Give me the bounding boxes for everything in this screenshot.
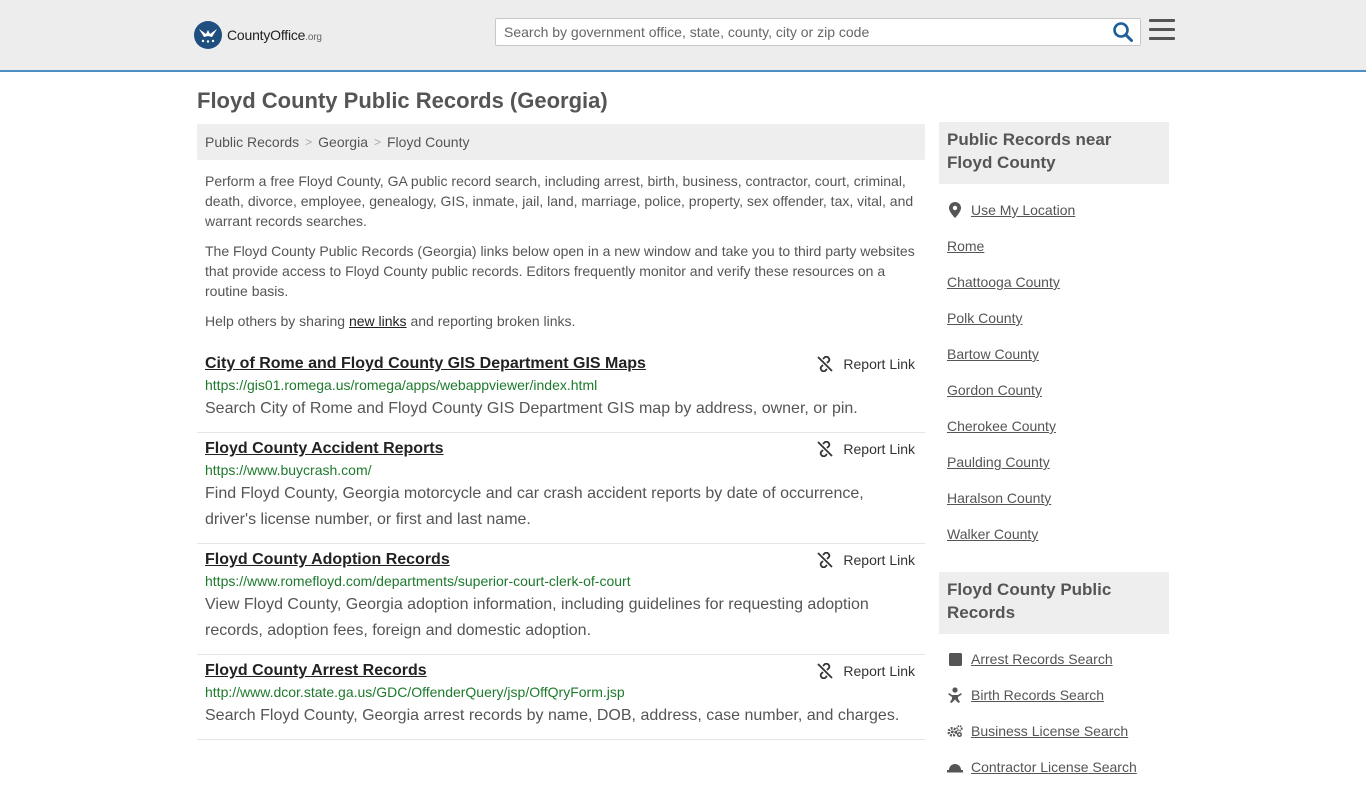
near-link-haralson-county[interactable]: Haralson County	[947, 490, 1051, 506]
near-item: Polk County	[947, 300, 1169, 336]
record-item: City of Rome and Floyd County GIS Depart…	[197, 348, 925, 433]
broken-link-icon	[817, 552, 834, 568]
record-description: Find Floyd County, Georgia motorcycle an…	[205, 485, 864, 528]
near-link-cherokee-county[interactable]: Cherokee County	[947, 418, 1056, 434]
record-url[interactable]: http://www.dcor.state.ga.us/GDC/Offender…	[205, 683, 917, 701]
report-link-button[interactable]: Report Link	[817, 659, 915, 683]
near-records-list: Use My Location Rome Chattooga County Po…	[947, 192, 1169, 552]
broken-link-icon	[817, 663, 834, 679]
record-title-link[interactable]: City of Rome and Floyd County GIS Depart…	[205, 352, 646, 376]
breadcrumb-separator: >	[305, 135, 313, 149]
near-link-paulding-county[interactable]: Paulding County	[947, 454, 1050, 470]
use-my-location-link[interactable]: Use My Location	[971, 202, 1075, 218]
county-record-item: Business License Search	[947, 713, 1169, 749]
near-item: Cherokee County	[947, 408, 1169, 444]
near-item: Rome	[947, 228, 1169, 264]
records-list: City of Rome and Floyd County GIS Depart…	[197, 348, 925, 740]
site-logo[interactable]: CountyOffice.org	[194, 20, 322, 50]
menu-line	[1149, 37, 1175, 40]
record-description: Search City of Rome and Floyd County GIS…	[205, 400, 858, 417]
birth-records-search-link[interactable]: Birth Records Search	[971, 687, 1104, 703]
near-link-rome[interactable]: Rome	[947, 238, 984, 254]
record-title-link[interactable]: Floyd County Arrest Records	[205, 659, 427, 683]
county-record-item: Arrest Records Search	[947, 641, 1169, 677]
business-license-search-link[interactable]: Business License Search	[971, 723, 1128, 739]
report-link-button[interactable]: Report Link	[817, 548, 915, 572]
search-icon	[1113, 22, 1133, 42]
search-input[interactable]	[496, 19, 1104, 45]
record-title-link[interactable]: Floyd County Adoption Records	[205, 548, 450, 572]
breadcrumb: Public Records > Georgia > Floyd County	[197, 124, 925, 160]
intro-paragraph: The Floyd County Public Records (Georgia…	[205, 243, 915, 299]
use-my-location-item: Use My Location	[947, 192, 1169, 228]
record-url[interactable]: https://gis01.romega.us/romega/apps/weba…	[205, 376, 917, 394]
near-item: Bartow County	[947, 336, 1169, 372]
menu-line	[1149, 28, 1175, 31]
near-item: Walker County	[947, 516, 1169, 552]
breadcrumb-public-records[interactable]: Public Records	[205, 134, 299, 150]
near-link-chattooga-county[interactable]: Chattooga County	[947, 274, 1060, 290]
near-records-heading: Public Records near Floyd County	[939, 122, 1169, 184]
near-item: Chattooga County	[947, 264, 1169, 300]
near-link-bartow-county[interactable]: Bartow County	[947, 346, 1039, 362]
record-item: Floyd County Accident Reports Report Lin…	[197, 433, 925, 544]
eagle-seal-icon	[194, 21, 222, 49]
breadcrumb-separator: >	[373, 135, 381, 149]
near-link-gordon-county[interactable]: Gordon County	[947, 382, 1042, 398]
report-link-button[interactable]: Report Link	[817, 352, 915, 376]
record-url[interactable]: https://www.buycrash.com/	[205, 461, 917, 479]
gears-icon	[947, 723, 963, 739]
near-item: Gordon County	[947, 372, 1169, 408]
baby-icon	[947, 687, 963, 703]
county-records-list: Arrest Records Search Birth Records Sear…	[947, 641, 1169, 785]
breadcrumb-floyd-county[interactable]: Floyd County	[387, 134, 469, 150]
page-title: Floyd County Public Records (Georgia)	[197, 88, 608, 113]
search-box	[495, 18, 1141, 46]
record-title-link[interactable]: Floyd County Accident Reports	[205, 437, 444, 461]
broken-link-icon	[817, 441, 834, 457]
square-icon	[947, 651, 963, 667]
hamburger-menu-button[interactable]	[1149, 19, 1175, 43]
help-paragraph: Help others by sharing new links and rep…	[205, 313, 576, 329]
new-links-link[interactable]: new links	[349, 313, 407, 329]
site-header: CountyOffice.org	[0, 0, 1366, 72]
record-item: Floyd County Adoption Records Report Lin…	[197, 544, 925, 655]
hardhat-icon	[947, 759, 963, 775]
intro-paragraph: Perform a free Floyd County, GA public r…	[205, 173, 914, 229]
logo-text: CountyOffice.org	[227, 27, 322, 43]
arrest-records-search-link[interactable]: Arrest Records Search	[971, 651, 1113, 667]
near-link-polk-county[interactable]: Polk County	[947, 310, 1022, 326]
near-item: Haralson County	[947, 480, 1169, 516]
record-item: Floyd County Arrest Records Report Link …	[197, 655, 925, 740]
record-url[interactable]: https://www.romefloyd.com/departments/su…	[205, 572, 917, 590]
contractor-license-search-link[interactable]: Contractor License Search	[971, 759, 1137, 775]
near-item: Paulding County	[947, 444, 1169, 480]
record-description: Search Floyd County, Georgia arrest reco…	[205, 707, 900, 724]
county-records-heading: Floyd County Public Records	[939, 572, 1169, 634]
county-record-item: Birth Records Search	[947, 677, 1169, 713]
record-description: View Floyd County, Georgia adoption info…	[205, 596, 869, 639]
report-link-button[interactable]: Report Link	[817, 437, 915, 461]
intro-text: Perform a free Floyd County, GA public r…	[205, 171, 917, 341]
map-marker-icon	[947, 202, 963, 218]
county-record-item: Contractor License Search	[947, 749, 1169, 785]
menu-line	[1149, 19, 1175, 22]
search-button[interactable]	[1112, 21, 1134, 43]
near-link-walker-county[interactable]: Walker County	[947, 526, 1038, 542]
broken-link-icon	[817, 356, 834, 372]
breadcrumb-georgia[interactable]: Georgia	[318, 134, 368, 150]
